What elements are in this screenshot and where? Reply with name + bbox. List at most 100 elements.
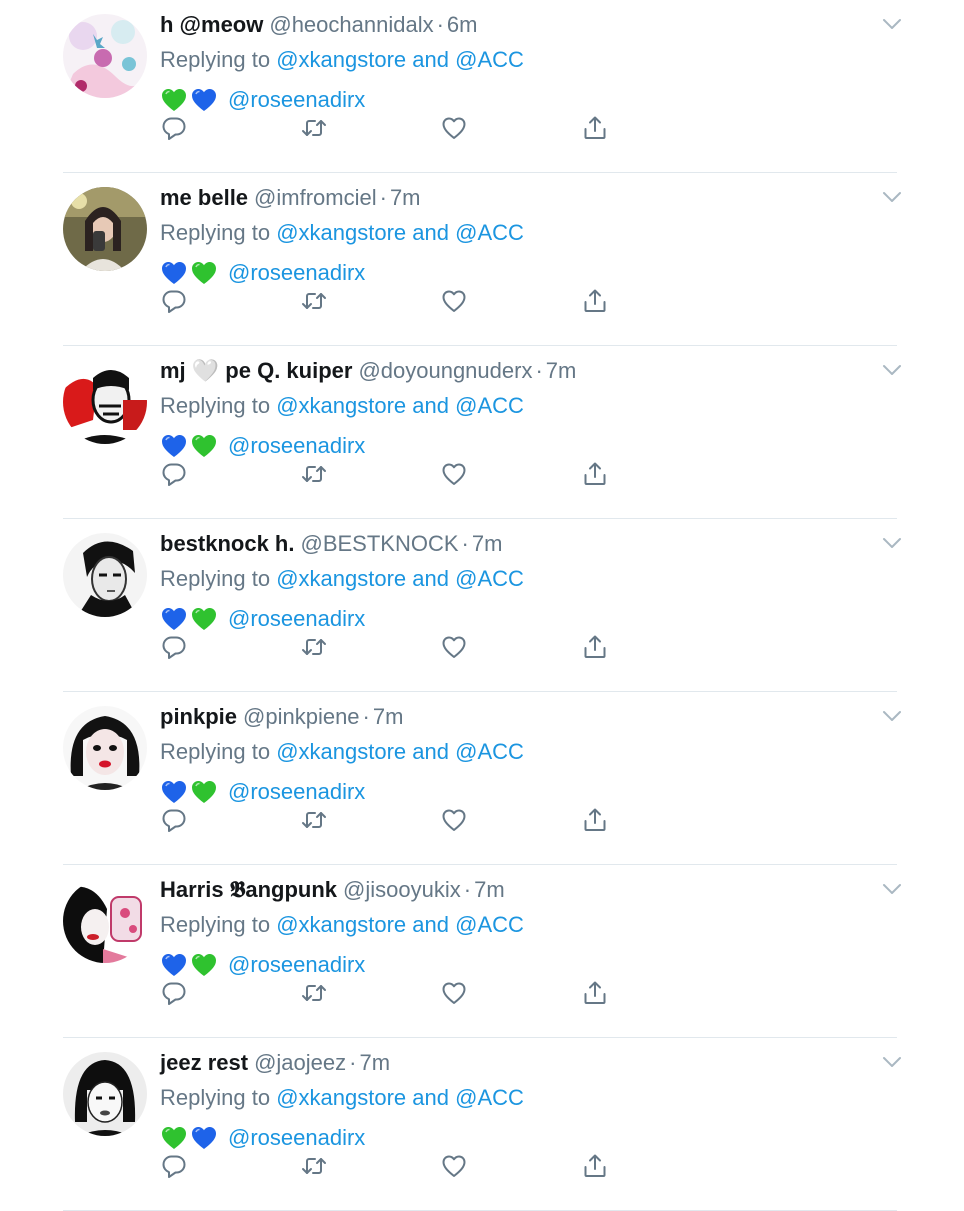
- tweet[interactable]: Harris 𝕭angpunk @jisooyukix · 7m Replying to…: [0, 865, 964, 1038]
- mention-link[interactable]: @roseenadirx: [228, 430, 365, 462]
- retweet-icon[interactable]: [300, 806, 328, 834]
- replying-to: Replying to @xkangstore and @ACC: [160, 390, 524, 422]
- retweet-icon[interactable]: [300, 287, 328, 315]
- user-handle[interactable]: @jisooyukix: [343, 877, 461, 902]
- retweet-icon[interactable]: [300, 460, 328, 488]
- reply-icon[interactable]: [160, 633, 188, 661]
- reply-icon[interactable]: [160, 1152, 188, 1180]
- display-name[interactable]: Harris 𝕭angpunk: [160, 877, 337, 902]
- retweet-icon[interactable]: [300, 114, 328, 142]
- retweet-icon[interactable]: [300, 979, 328, 1007]
- tweet-header: bestknock h. @BESTKNOCK · 7m: [160, 528, 502, 560]
- reply-icon[interactable]: [160, 114, 188, 142]
- reply-icon[interactable]: [160, 460, 188, 488]
- tweet[interactable]: me belle @imfromciel · 7m Replying to @xkang…: [0, 173, 964, 346]
- like-icon[interactable]: [440, 633, 468, 661]
- reply-to-link-1[interactable]: @xkangstore: [276, 739, 406, 764]
- reply-to-link-2[interactable]: @ACC: [455, 912, 524, 937]
- display-name[interactable]: jeez rest: [160, 1050, 248, 1075]
- avatar[interactable]: [63, 1052, 147, 1136]
- reply-to-link-1[interactable]: @xkangstore: [276, 912, 406, 937]
- reply-to-link-2[interactable]: @ACC: [455, 220, 524, 245]
- share-icon[interactable]: [581, 460, 609, 488]
- share-icon[interactable]: [581, 979, 609, 1007]
- reply-icon[interactable]: [160, 287, 188, 315]
- reply-to-link-2[interactable]: @ACC: [455, 566, 524, 591]
- share-icon[interactable]: [581, 1152, 609, 1180]
- replying-to: Replying to @xkangstore and @ACC: [160, 44, 524, 76]
- like-icon[interactable]: [440, 460, 468, 488]
- avatar[interactable]: [63, 879, 147, 963]
- like-icon[interactable]: [440, 1152, 468, 1180]
- chevron-down-icon[interactable]: [881, 362, 903, 378]
- mention-link[interactable]: @roseenadirx: [228, 84, 365, 116]
- like-icon[interactable]: [440, 979, 468, 1007]
- user-handle[interactable]: @imfromciel: [254, 185, 377, 210]
- display-name[interactable]: h @meow: [160, 12, 263, 37]
- tweet[interactable]: bestknock h. @BESTKNOCK · 7m Replying to @xk…: [0, 519, 964, 692]
- reply-icon[interactable]: [160, 806, 188, 834]
- like-icon[interactable]: [440, 806, 468, 834]
- mention-link[interactable]: @roseenadirx: [228, 603, 365, 635]
- timestamp[interactable]: 6m: [447, 12, 478, 37]
- share-icon[interactable]: [581, 806, 609, 834]
- reply-to-link-2[interactable]: @ACC: [455, 47, 524, 72]
- tweet-text: @roseenadirx: [160, 776, 365, 808]
- timestamp[interactable]: 7m: [474, 877, 505, 902]
- share-icon[interactable]: [581, 114, 609, 142]
- chevron-down-icon[interactable]: [881, 881, 903, 897]
- reply-to-link-2[interactable]: @ACC: [455, 739, 524, 764]
- mention-link[interactable]: @roseenadirx: [228, 257, 365, 289]
- timestamp[interactable]: 7m: [546, 358, 577, 383]
- timestamp[interactable]: 7m: [373, 704, 404, 729]
- reply-and: and: [412, 739, 449, 764]
- tweet[interactable]: jeez rest @jaojeez · 7m Replying to @xkangst…: [0, 1038, 964, 1211]
- share-icon[interactable]: [581, 287, 609, 315]
- mention-link[interactable]: @roseenadirx: [228, 776, 365, 808]
- display-name[interactable]: mj 🤍 pe Q. kuiper: [160, 358, 352, 383]
- display-name[interactable]: me belle: [160, 185, 248, 210]
- timestamp[interactable]: 7m: [359, 1050, 390, 1075]
- separator-dot: ·: [349, 1050, 357, 1075]
- like-icon[interactable]: [440, 287, 468, 315]
- user-handle[interactable]: @doyoungnuderx: [358, 358, 532, 383]
- avatar[interactable]: [63, 533, 147, 617]
- user-handle[interactable]: @heochannidalx: [269, 12, 433, 37]
- separator-dot: ·: [436, 12, 444, 37]
- reply-to-link-1[interactable]: @xkangstore: [276, 47, 406, 72]
- reply-to-link-2[interactable]: @ACC: [455, 393, 524, 418]
- display-name[interactable]: pinkpie: [160, 704, 237, 729]
- mention-link[interactable]: @roseenadirx: [228, 1122, 365, 1154]
- reply-and: and: [412, 912, 449, 937]
- user-handle[interactable]: @pinkpiene: [243, 704, 360, 729]
- avatar[interactable]: [63, 706, 147, 790]
- avatar[interactable]: [63, 187, 147, 271]
- user-handle[interactable]: @BESTKNOCK: [300, 531, 458, 556]
- display-name[interactable]: bestknock h.: [160, 531, 294, 556]
- tweet[interactable]: mj 🤍 pe Q. kuiper @doyoungnuderx · 7m Replyi…: [0, 346, 964, 519]
- reply-to-link-2[interactable]: @ACC: [455, 1085, 524, 1110]
- timestamp[interactable]: 7m: [390, 185, 421, 210]
- avatar[interactable]: [63, 360, 147, 444]
- retweet-icon[interactable]: [300, 1152, 328, 1180]
- user-handle[interactable]: @jaojeez: [254, 1050, 346, 1075]
- chevron-down-icon[interactable]: [881, 1054, 903, 1070]
- mention-link[interactable]: @roseenadirx: [228, 949, 365, 981]
- timestamp[interactable]: 7m: [472, 531, 503, 556]
- tweet[interactable]: pinkpie @pinkpiene · 7m Replying to @xkangst…: [0, 692, 964, 865]
- chevron-down-icon[interactable]: [881, 708, 903, 724]
- like-icon[interactable]: [440, 114, 468, 142]
- chevron-down-icon[interactable]: [881, 535, 903, 551]
- retweet-icon[interactable]: [300, 633, 328, 661]
- tweet[interactable]: h @meow @heochannidalx · 6m Replying to @xka…: [0, 0, 964, 173]
- share-icon[interactable]: [581, 633, 609, 661]
- reply-to-link-1[interactable]: @xkangstore: [276, 220, 406, 245]
- chevron-down-icon[interactable]: [881, 189, 903, 205]
- chevron-down-icon[interactable]: [881, 16, 903, 32]
- green-heart-emoji: [190, 432, 220, 460]
- reply-to-link-1[interactable]: @xkangstore: [276, 1085, 406, 1110]
- reply-icon[interactable]: [160, 979, 188, 1007]
- reply-to-link-1[interactable]: @xkangstore: [276, 393, 406, 418]
- reply-to-link-1[interactable]: @xkangstore: [276, 566, 406, 591]
- avatar[interactable]: [63, 14, 147, 98]
